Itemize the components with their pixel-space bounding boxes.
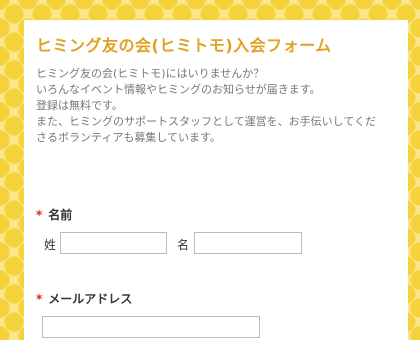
first-name-input[interactable]	[194, 232, 302, 254]
email-input[interactable]	[42, 316, 260, 338]
last-name-label: 姓	[44, 238, 57, 252]
first-name-label: 名	[177, 238, 190, 252]
email-field-label: * メールアドレス	[36, 290, 132, 307]
email-label-text: メールアドレス	[48, 292, 133, 306]
name-field-label: * 名前	[36, 206, 72, 223]
name-label-text: 名前	[48, 208, 73, 222]
intro-line: 登録は無料です。	[36, 99, 123, 112]
intro-line: さるボランティアも募集しています。	[36, 131, 221, 144]
required-marker: *	[36, 208, 43, 222]
form-card: ヒミング友の会(ヒミトモ)入会フォーム ヒミング友の会(ヒミトモ)にはいりません…	[24, 20, 408, 340]
intro-line: ヒミング友の会(ヒミトモ)にはいりませんか？	[36, 67, 265, 80]
intro-line: いろんなイベント情報やヒミングのお知らせが届きます。	[36, 83, 321, 96]
last-name-input[interactable]	[60, 232, 167, 254]
form-intro: ヒミング友の会(ヒミトモ)にはいりませんか？ いろんなイベント情報やヒミングのお…	[36, 66, 402, 146]
required-marker: *	[36, 292, 43, 306]
intro-line: また、ヒミングのサポートスタッフとして運営を、お手伝いしてくだ	[36, 115, 377, 128]
form-title: ヒミング友の会(ヒミトモ)入会フォーム	[36, 36, 332, 55]
